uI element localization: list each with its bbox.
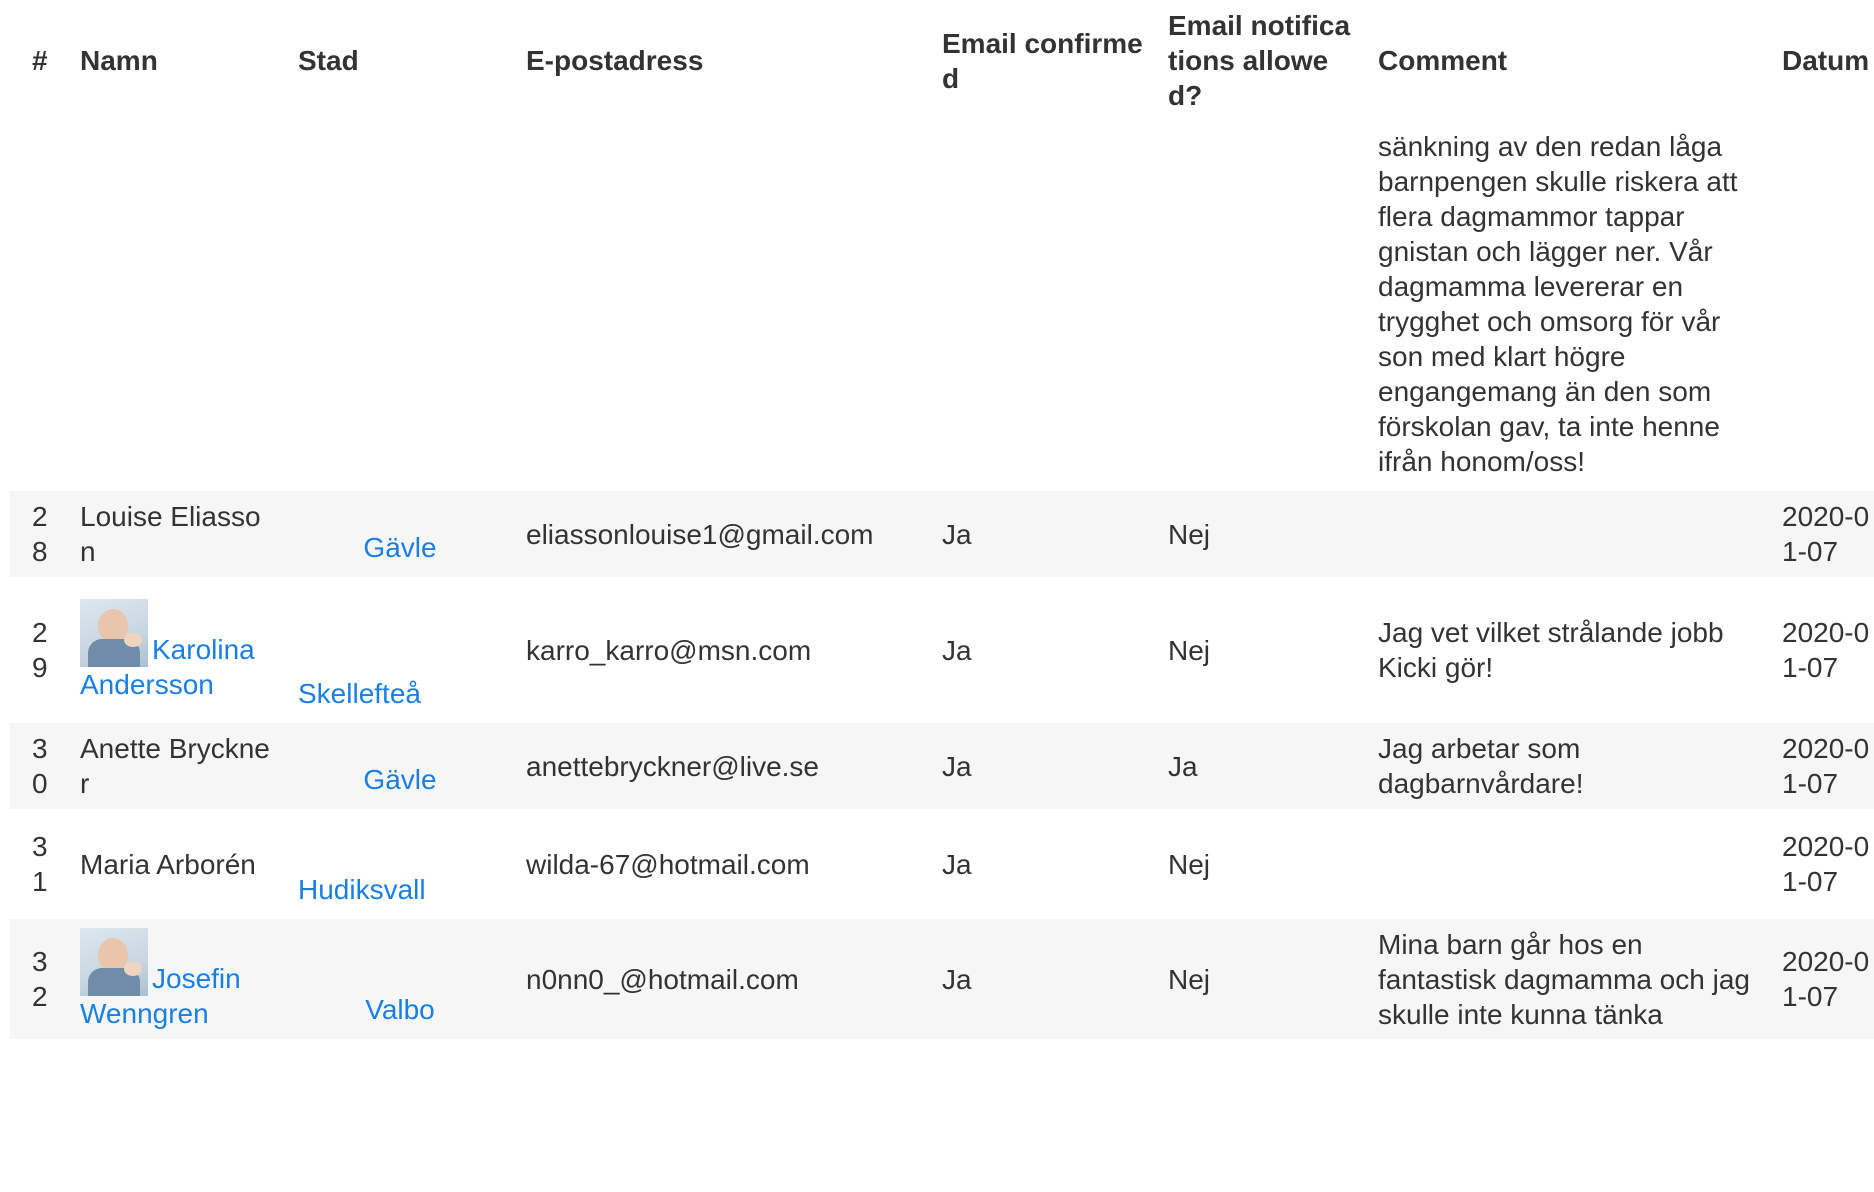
email-confirmed-value: Ja (930, 919, 1156, 1039)
signer-name: Louise Eliasson (68, 491, 286, 577)
header-number: # (32, 45, 48, 76)
header-date: Datum (1782, 45, 1870, 76)
email-confirmed-value: Ja (930, 723, 1156, 809)
city-link[interactable]: Valbo (365, 994, 435, 1025)
city-link[interactable]: Gävle (363, 532, 436, 563)
notifications-value: Nej (1168, 634, 1211, 666)
signer-email: karro_karro@msn.com (526, 634, 812, 666)
signer-email: wilda-67@hotmail.com (526, 848, 810, 880)
table-row: 32 Josefin Wenngren Valbo n0nn0_@hotmail… (10, 919, 1874, 1039)
table-row: 31 Maria Arborén Hudiksvall wilda-67@hot… (10, 809, 1874, 919)
signer-email: anettebryckner@live.se (514, 723, 930, 809)
email-confirmed-value: Ja (942, 848, 972, 880)
signer-comment: Jag vet vilket strålande jobb Kicki gör! (1378, 617, 1724, 683)
row-number: 28 (32, 501, 48, 567)
signer-profile-link[interactable]: Josefin Wenngren (80, 927, 241, 1029)
continued-comment: sänkning av den redan låga barnpengen sk… (1378, 131, 1738, 477)
email-confirmed-value: Ja (930, 491, 1156, 577)
header-city: Stad (298, 45, 359, 76)
table-row: 28 Louise Eliasson Gävle eliassonlouise1… (10, 491, 1874, 577)
signed-date: 2020-01-07 (1770, 491, 1874, 577)
table-row-continued: sänkning av den redan låga barnpengen sk… (10, 121, 1874, 491)
signer-email: n0nn0_@hotmail.com (514, 919, 930, 1039)
signer-name: Anette Bryckner (68, 723, 286, 809)
table-header-row: # Namn Stad E-postadress Email confirmed… (10, 0, 1874, 121)
signed-date: 2020-01-07 (1770, 723, 1874, 809)
row-number: 32 (32, 946, 48, 1012)
table-row: 29 Karolina Andersson Skellefteå karro_k… (10, 577, 1874, 723)
signatures-table: # Namn Stad E-postadress Email confirmed… (10, 0, 1874, 1039)
signer-email: eliassonlouise1@gmail.com (514, 491, 930, 577)
signer-name: Maria Arborén (80, 848, 256, 880)
signer-profile-link[interactable]: Karolina Andersson (80, 598, 255, 700)
notifications-value: Ja (1156, 723, 1366, 809)
notifications-value: Nej (1156, 919, 1366, 1039)
row-number: 30 (32, 733, 48, 799)
signer-comment: Jag arbetar som dagbarnvårdare! (1366, 723, 1770, 809)
header-email-confirmed: Email confirmed (942, 27, 1143, 94)
row-number: 31 (32, 831, 48, 897)
signer-comment (1366, 809, 1770, 919)
signatures-page: # Namn Stad E-postadress Email confirmed… (0, 0, 1874, 1192)
header-notifications-allowed: Email notifications allowed? (1168, 10, 1351, 111)
avatar[interactable] (80, 598, 148, 667)
header-email: E-postadress (526, 45, 704, 76)
city-link[interactable]: Gävle (363, 764, 436, 795)
header-comment: Comment (1378, 45, 1508, 76)
table-row: 30 Anette Bryckner Gävle anettebryckner@… (10, 723, 1874, 809)
row-number: 29 (32, 617, 48, 683)
signed-date: 2020-01-07 (1782, 617, 1870, 683)
notifications-value: Nej (1156, 491, 1366, 577)
signed-date: 2020-01-07 (1770, 919, 1874, 1039)
header-name: Namn (80, 45, 158, 76)
city-link[interactable]: Hudiksvall (298, 874, 426, 905)
city-link[interactable]: Skellefteå (298, 678, 421, 709)
signer-comment (1366, 491, 1770, 577)
signer-comment: Mina barn går hos en fantastisk dagmamma… (1366, 919, 1770, 1039)
notifications-value: Nej (1168, 848, 1211, 880)
avatar[interactable] (80, 927, 148, 996)
signed-date: 2020-01-07 (1782, 831, 1870, 897)
email-confirmed-value: Ja (942, 634, 972, 666)
